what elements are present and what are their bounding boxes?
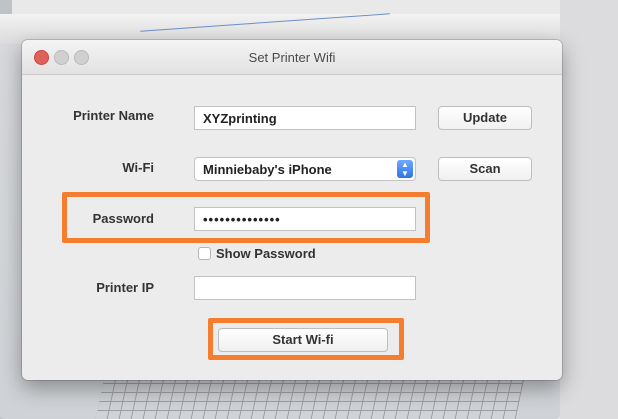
printer-name-field[interactable]: XYZprinting (194, 106, 416, 130)
wifi-label: Wi-Fi (122, 160, 154, 175)
show-password-label: Show Password (216, 246, 316, 261)
printer-ip-field[interactable] (194, 276, 416, 300)
printer-ip-label: Printer IP (96, 280, 154, 295)
update-button[interactable]: Update (438, 106, 532, 130)
wifi-network-select[interactable]: Minniebaby's iPhone ▲ ▼ (194, 157, 416, 181)
password-highlight-box (62, 192, 430, 243)
show-password-checkbox[interactable] (198, 247, 211, 260)
start-wifi-highlight-box (208, 318, 404, 360)
wifi-selected-value: Minniebaby's iPhone (203, 162, 332, 177)
dialog-title: Set Printer Wifi (248, 50, 336, 65)
chevron-up-down-icon: ▲ ▼ (397, 160, 413, 178)
print-bed-grid (95, 378, 525, 419)
scan-button[interactable]: Scan (438, 157, 532, 181)
background-desktop (560, 0, 618, 419)
dialog-titlebar: Set Printer Wifi (22, 40, 562, 75)
printer-name-label: Printer Name (73, 108, 154, 123)
